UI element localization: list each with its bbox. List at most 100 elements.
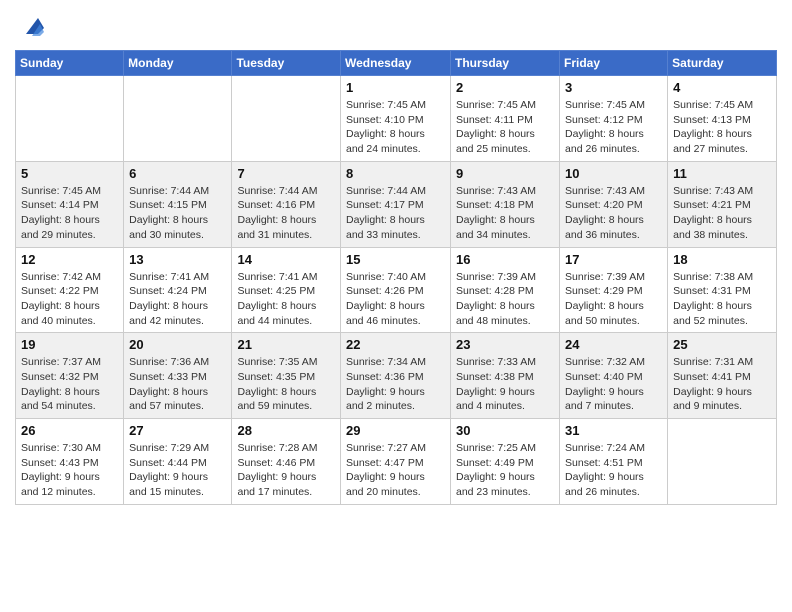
day-number: 19 xyxy=(21,337,118,352)
calendar-cell: 7 Sunrise: 7:44 AMSunset: 4:16 PMDaylight… xyxy=(232,161,341,247)
day-number: 12 xyxy=(21,252,118,267)
calendar-cell: 4 Sunrise: 7:45 AMSunset: 4:13 PMDaylight… xyxy=(668,76,777,162)
calendar-cell: 20 Sunrise: 7:36 AMSunset: 4:33 PMDayligh… xyxy=(124,333,232,419)
day-number: 21 xyxy=(237,337,335,352)
calendar-cell: 9 Sunrise: 7:43 AMSunset: 4:18 PMDaylight… xyxy=(451,161,560,247)
day-info: Sunrise: 7:43 AMSunset: 4:20 PMDaylight:… xyxy=(565,184,662,243)
page: SundayMondayTuesdayWednesdayThursdayFrid… xyxy=(0,0,792,612)
calendar-cell: 22Sunrise: 7:34 AMSunset: 4:36 PMDayligh… xyxy=(341,333,451,419)
day-info: Sunrise: 7:45 AMSunset: 4:11 PMDaylight:… xyxy=(456,98,554,157)
weekday-header-monday: Monday xyxy=(124,51,232,76)
calendar-cell xyxy=(124,76,232,162)
day-info: Sunrise: 7:44 AMSunset: 4:15 PMDaylight:… xyxy=(129,184,226,243)
calendar-table: SundayMondayTuesdayWednesdayThursdayFrid… xyxy=(15,50,777,505)
logo xyxy=(15,14,46,42)
weekday-header-sunday: Sunday xyxy=(16,51,124,76)
day-info: Sunrise: 7:45 AMSunset: 4:14 PMDaylight:… xyxy=(21,184,118,243)
weekday-header-wednesday: Wednesday xyxy=(341,51,451,76)
calendar-cell: 27Sunrise: 7:29 AMSunset: 4:44 PMDayligh… xyxy=(124,419,232,505)
calendar-cell: 16Sunrise: 7:39 AMSunset: 4:28 PMDayligh… xyxy=(451,247,560,333)
day-number: 9 xyxy=(456,166,554,181)
calendar-cell: 13 Sunrise: 7:41 AMSunset: 4:24 PMDayligh… xyxy=(124,247,232,333)
calendar-cell xyxy=(16,76,124,162)
logo-icon xyxy=(18,14,46,42)
day-info: Sunrise: 7:40 AMSunset: 4:26 PMDaylight:… xyxy=(346,270,445,329)
calendar-week-row: 12 Sunrise: 7:42 AMSunset: 4:22 PMDayligh… xyxy=(16,247,777,333)
day-number: 13 xyxy=(129,252,226,267)
day-info: Sunrise: 7:33 AMSunset: 4:38 PMDaylight:… xyxy=(456,355,554,414)
day-number: 1 xyxy=(346,80,445,95)
calendar-cell: 19 Sunrise: 7:37 AMSunset: 4:32 PMDayligh… xyxy=(16,333,124,419)
day-number: 15 xyxy=(346,252,445,267)
day-info: Sunrise: 7:39 AMSunset: 4:29 PMDaylight:… xyxy=(565,270,662,329)
day-info: Sunrise: 7:24 AMSunset: 4:51 PMDaylight:… xyxy=(565,441,662,500)
day-info: Sunrise: 7:34 AMSunset: 4:36 PMDaylight:… xyxy=(346,355,445,414)
day-number: 14 xyxy=(237,252,335,267)
day-number: 11 xyxy=(673,166,771,181)
weekday-header-tuesday: Tuesday xyxy=(232,51,341,76)
weekday-header-friday: Friday xyxy=(560,51,668,76)
calendar-cell: 30 Sunrise: 7:25 AMSunset: 4:49 PMDayligh… xyxy=(451,419,560,505)
calendar-cell: 15 Sunrise: 7:40 AMSunset: 4:26 PMDayligh… xyxy=(341,247,451,333)
calendar-week-row: 19 Sunrise: 7:37 AMSunset: 4:32 PMDayligh… xyxy=(16,333,777,419)
day-number: 24 xyxy=(565,337,662,352)
day-info: Sunrise: 7:43 AMSunset: 4:21 PMDaylight:… xyxy=(673,184,771,243)
day-number: 27 xyxy=(129,423,226,438)
calendar-cell: 18Sunrise: 7:38 AMSunset: 4:31 PMDayligh… xyxy=(668,247,777,333)
day-info: Sunrise: 7:30 AMSunset: 4:43 PMDaylight:… xyxy=(21,441,118,500)
day-number: 6 xyxy=(129,166,226,181)
calendar-week-row: 1 Sunrise: 7:45 AMSunset: 4:10 PMDaylight… xyxy=(16,76,777,162)
day-info: Sunrise: 7:43 AMSunset: 4:18 PMDaylight:… xyxy=(456,184,554,243)
day-info: Sunrise: 7:42 AMSunset: 4:22 PMDaylight:… xyxy=(21,270,118,329)
calendar-cell: 5 Sunrise: 7:45 AMSunset: 4:14 PMDaylight… xyxy=(16,161,124,247)
calendar-cell: 17 Sunrise: 7:39 AMSunset: 4:29 PMDayligh… xyxy=(560,247,668,333)
day-info: Sunrise: 7:44 AMSunset: 4:16 PMDaylight:… xyxy=(237,184,335,243)
day-info: Sunrise: 7:28 AMSunset: 4:46 PMDaylight:… xyxy=(237,441,335,500)
calendar-cell: 8 Sunrise: 7:44 AMSunset: 4:17 PMDaylight… xyxy=(341,161,451,247)
weekday-header-thursday: Thursday xyxy=(451,51,560,76)
day-info: Sunrise: 7:41 AMSunset: 4:25 PMDaylight:… xyxy=(237,270,335,329)
day-number: 7 xyxy=(237,166,335,181)
day-number: 23 xyxy=(456,337,554,352)
calendar-week-row: 5 Sunrise: 7:45 AMSunset: 4:14 PMDaylight… xyxy=(16,161,777,247)
calendar-cell: 3Sunrise: 7:45 AMSunset: 4:12 PMDaylight… xyxy=(560,76,668,162)
calendar-cell xyxy=(232,76,341,162)
calendar-cell: 29 Sunrise: 7:27 AMSunset: 4:47 PMDayligh… xyxy=(341,419,451,505)
calendar-cell: 10 Sunrise: 7:43 AMSunset: 4:20 PMDayligh… xyxy=(560,161,668,247)
day-number: 5 xyxy=(21,166,118,181)
day-number: 16 xyxy=(456,252,554,267)
calendar-cell: 14 Sunrise: 7:41 AMSunset: 4:25 PMDayligh… xyxy=(232,247,341,333)
day-number: 8 xyxy=(346,166,445,181)
day-info: Sunrise: 7:36 AMSunset: 4:33 PMDaylight:… xyxy=(129,355,226,414)
day-info: Sunrise: 7:45 AMSunset: 4:13 PMDaylight:… xyxy=(673,98,771,157)
calendar-week-row: 26 Sunrise: 7:30 AMSunset: 4:43 PMDayligh… xyxy=(16,419,777,505)
day-number: 4 xyxy=(673,80,771,95)
weekday-header-row: SundayMondayTuesdayWednesdayThursdayFrid… xyxy=(16,51,777,76)
day-number: 10 xyxy=(565,166,662,181)
calendar-cell: 12 Sunrise: 7:42 AMSunset: 4:22 PMDayligh… xyxy=(16,247,124,333)
day-number: 30 xyxy=(456,423,554,438)
calendar-cell: 31 Sunrise: 7:24 AMSunset: 4:51 PMDayligh… xyxy=(560,419,668,505)
weekday-header-saturday: Saturday xyxy=(668,51,777,76)
day-info: Sunrise: 7:27 AMSunset: 4:47 PMDaylight:… xyxy=(346,441,445,500)
day-info: Sunrise: 7:37 AMSunset: 4:32 PMDaylight:… xyxy=(21,355,118,414)
day-number: 3 xyxy=(565,80,662,95)
calendar-cell: 25Sunrise: 7:31 AMSunset: 4:41 PMDayligh… xyxy=(668,333,777,419)
day-number: 17 xyxy=(565,252,662,267)
day-number: 29 xyxy=(346,423,445,438)
day-number: 18 xyxy=(673,252,771,267)
calendar-cell: 2Sunrise: 7:45 AMSunset: 4:11 PMDaylight… xyxy=(451,76,560,162)
day-info: Sunrise: 7:41 AMSunset: 4:24 PMDaylight:… xyxy=(129,270,226,329)
day-info: Sunrise: 7:25 AMSunset: 4:49 PMDaylight:… xyxy=(456,441,554,500)
day-number: 28 xyxy=(237,423,335,438)
day-info: Sunrise: 7:44 AMSunset: 4:17 PMDaylight:… xyxy=(346,184,445,243)
day-number: 26 xyxy=(21,423,118,438)
calendar-cell: 1 Sunrise: 7:45 AMSunset: 4:10 PMDaylight… xyxy=(341,76,451,162)
calendar-cell xyxy=(668,419,777,505)
calendar-cell: 11 Sunrise: 7:43 AMSunset: 4:21 PMDayligh… xyxy=(668,161,777,247)
calendar-cell: 21 Sunrise: 7:35 AMSunset: 4:35 PMDayligh… xyxy=(232,333,341,419)
day-number: 20 xyxy=(129,337,226,352)
day-info: Sunrise: 7:35 AMSunset: 4:35 PMDaylight:… xyxy=(237,355,335,414)
day-info: Sunrise: 7:45 AMSunset: 4:10 PMDaylight:… xyxy=(346,98,445,157)
day-number: 31 xyxy=(565,423,662,438)
